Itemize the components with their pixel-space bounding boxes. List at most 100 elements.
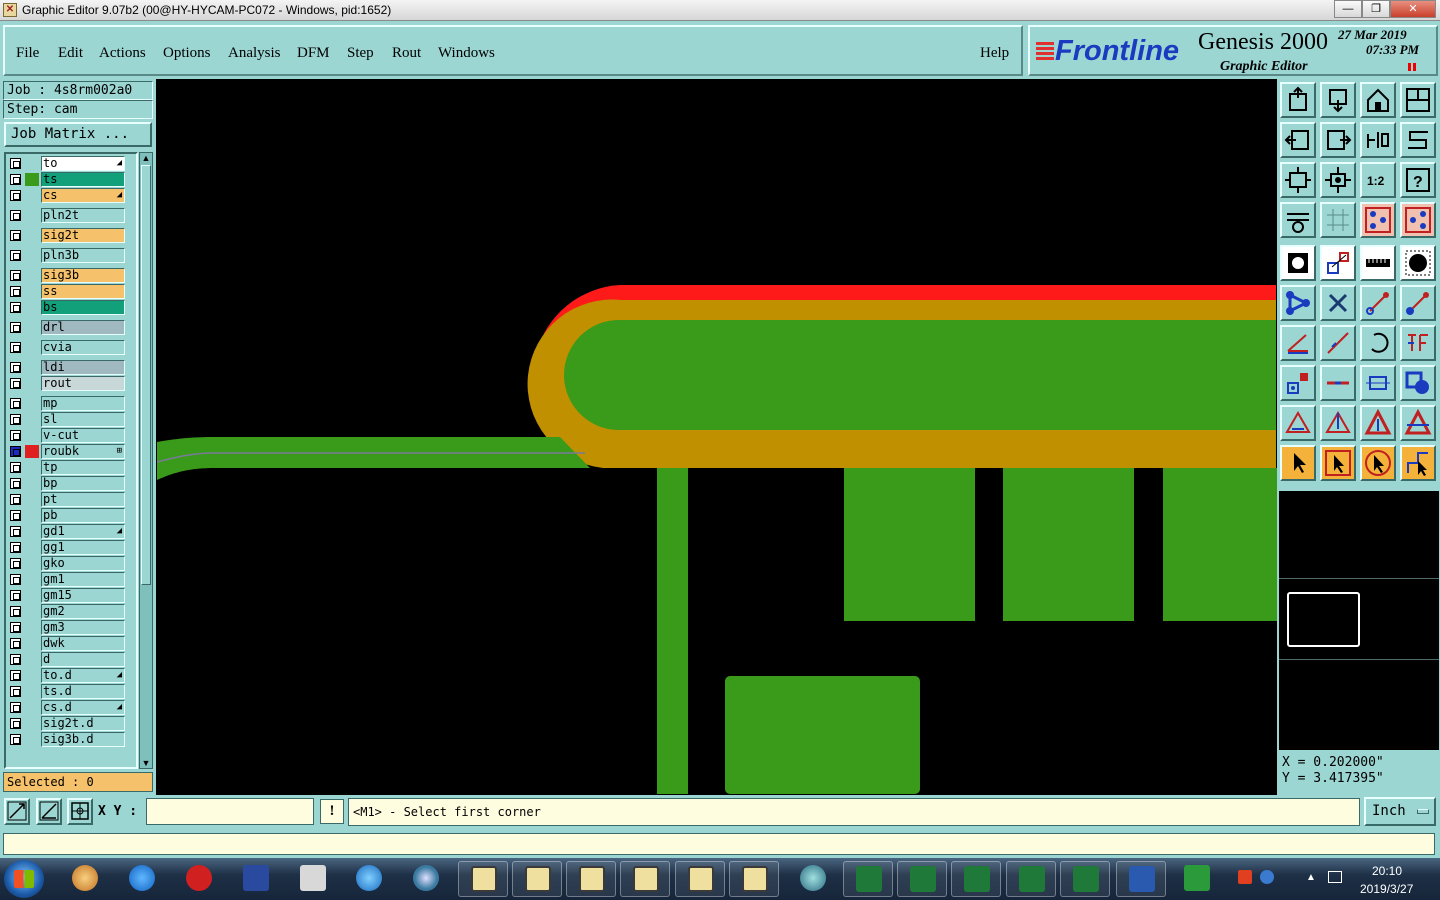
cut-line-button[interactable] bbox=[1320, 365, 1356, 401]
layer-row-v-cut[interactable]: v-cut bbox=[6, 428, 136, 443]
connect-tool-button[interactable] bbox=[1280, 285, 1316, 321]
fit-all-button[interactable] bbox=[1320, 162, 1356, 198]
layer-row-sig2t[interactable]: sig2t bbox=[6, 228, 136, 243]
layer-name[interactable]: d bbox=[41, 652, 125, 667]
layer-checkbox[interactable] bbox=[10, 302, 21, 313]
close-button[interactable]: ✕ bbox=[1390, 0, 1436, 18]
flip-tool-button[interactable] bbox=[1400, 122, 1436, 158]
clock-time[interactable]: 20:10 bbox=[1372, 864, 1402, 878]
pan-left-button[interactable] bbox=[1280, 122, 1316, 158]
segment-tool-button[interactable] bbox=[1360, 285, 1396, 321]
select-box-button[interactable] bbox=[1320, 445, 1356, 481]
overview-map[interactable] bbox=[1279, 490, 1439, 750]
taskbar-viewer-app[interactable] bbox=[788, 861, 838, 897]
layer-checkbox[interactable] bbox=[10, 378, 21, 389]
layer-checkbox[interactable] bbox=[10, 510, 21, 521]
taskbar-frontline-app[interactable] bbox=[1172, 861, 1222, 897]
triangle-edge-button[interactable] bbox=[1400, 405, 1436, 441]
layer-name[interactable]: bs bbox=[41, 300, 125, 315]
move-tool-button[interactable] bbox=[1280, 365, 1316, 401]
select-pointer-button[interactable] bbox=[1280, 445, 1316, 481]
layer-name[interactable]: pt bbox=[41, 492, 125, 507]
help-tray-icon[interactable] bbox=[1260, 870, 1274, 884]
layer-checkbox[interactable] bbox=[10, 286, 21, 297]
layer-name[interactable]: mp bbox=[41, 396, 125, 411]
menu-analysis[interactable]: Analysis bbox=[228, 45, 281, 62]
taskbar-genesis-5[interactable] bbox=[675, 861, 725, 897]
taskbar-bird-app[interactable] bbox=[117, 861, 167, 897]
scale-1-2-button[interactable]: 1:2 bbox=[1360, 162, 1396, 198]
layer-name[interactable]: sig3b bbox=[41, 268, 125, 283]
layer-row-d[interactable]: d bbox=[6, 652, 136, 667]
graphic-canvas[interactable] bbox=[156, 79, 1277, 795]
layer-row-roubk[interactable]: roubk ⊞ bbox=[6, 444, 136, 459]
layer-row-bs[interactable]: bs bbox=[6, 300, 136, 315]
line-tool-button[interactable] bbox=[1320, 245, 1356, 281]
layer-name[interactable]: roubk ⊞ bbox=[41, 444, 125, 459]
layer-name[interactable]: ss bbox=[41, 284, 125, 299]
layer-name[interactable]: cs ◢ bbox=[41, 188, 125, 203]
layer-row-pln3b[interactable]: pln3b bbox=[6, 248, 136, 263]
segment-edit-button[interactable] bbox=[1400, 285, 1436, 321]
layer-checkbox[interactable] bbox=[10, 526, 21, 537]
select-polygon-button[interactable] bbox=[1400, 445, 1436, 481]
layer-row-sig2t-d[interactable]: sig2t.d bbox=[6, 716, 136, 731]
taskbar-scanner-app[interactable] bbox=[288, 861, 338, 897]
layer-checkbox[interactable] bbox=[10, 462, 21, 473]
layer-row-sl[interactable]: sl bbox=[6, 412, 136, 427]
zoom-in-tool-button[interactable] bbox=[1280, 82, 1316, 118]
layer-row-cvia[interactable]: cvia bbox=[6, 340, 136, 355]
snap-tool-button[interactable] bbox=[1360, 202, 1396, 238]
settings-tool-button[interactable] bbox=[1280, 202, 1316, 238]
layer-checkbox[interactable] bbox=[10, 686, 21, 697]
fit-vertical-button[interactable] bbox=[1280, 162, 1316, 198]
layer-checkbox[interactable] bbox=[10, 446, 21, 457]
layer-name[interactable]: cs.d ◢ bbox=[41, 700, 125, 715]
layer-name[interactable]: cvia bbox=[41, 340, 125, 355]
minimize-button[interactable]: — bbox=[1334, 0, 1362, 18]
layer-checkbox[interactable] bbox=[10, 230, 21, 241]
layer-checkbox[interactable] bbox=[10, 250, 21, 261]
menu-file[interactable]: File bbox=[16, 45, 39, 62]
taskbar-word[interactable] bbox=[1116, 861, 1166, 897]
layer-row-gm1[interactable]: gm1 bbox=[6, 572, 136, 587]
layer-row-cs-d[interactable]: cs.d ◢ bbox=[6, 700, 136, 715]
layer-row-gm3[interactable]: gm3 bbox=[6, 620, 136, 635]
layer-checkbox[interactable] bbox=[10, 574, 21, 585]
snap-grid-button[interactable] bbox=[67, 798, 93, 825]
menu-edit[interactable]: Edit bbox=[58, 45, 83, 62]
layer-row-mp[interactable]: mp bbox=[6, 396, 136, 411]
menu-dfm[interactable]: DFM bbox=[297, 45, 330, 62]
cross-tool-button[interactable] bbox=[1320, 285, 1356, 321]
layer-checkbox[interactable] bbox=[10, 210, 21, 221]
taskbar-shell-app[interactable] bbox=[60, 861, 110, 897]
xy-input[interactable] bbox=[146, 798, 314, 825]
maximize-button[interactable]: ❐ bbox=[1362, 0, 1390, 18]
layer-checkbox[interactable] bbox=[10, 158, 21, 169]
layer-name[interactable]: gm3 bbox=[41, 620, 125, 635]
layer-checkbox[interactable] bbox=[10, 734, 21, 745]
layer-name[interactable]: gm15 bbox=[41, 588, 125, 603]
layer-row-sig3b[interactable]: sig3b bbox=[6, 268, 136, 283]
window-tool-button[interactable] bbox=[1400, 82, 1436, 118]
layer-name[interactable]: bp bbox=[41, 476, 125, 491]
pan-right-button[interactable] bbox=[1320, 122, 1356, 158]
layer-checkbox[interactable] bbox=[10, 718, 21, 729]
layer-name[interactable]: gg1 bbox=[41, 540, 125, 555]
layer-name[interactable]: sig3b.d bbox=[41, 732, 125, 747]
taskbar-genesis-4[interactable] bbox=[620, 861, 670, 897]
taskbar-eye-app[interactable] bbox=[401, 861, 451, 897]
layer-name[interactable]: pb bbox=[41, 508, 125, 523]
arc-tool-button[interactable] bbox=[1360, 325, 1396, 361]
layer-row-ts[interactable]: ts bbox=[6, 172, 136, 187]
circle-tool-button[interactable] bbox=[1400, 245, 1436, 281]
layer-row-to-d[interactable]: to.d ◢ bbox=[6, 668, 136, 683]
layer-checkbox[interactable] bbox=[10, 322, 21, 333]
layer-row-pln2t[interactable]: pln2t bbox=[6, 208, 136, 223]
layer-name[interactable]: to ◢ bbox=[41, 156, 125, 171]
scroll-thumb[interactable] bbox=[141, 165, 151, 585]
start-button[interactable] bbox=[4, 860, 44, 898]
layer-checkbox[interactable] bbox=[10, 270, 21, 281]
menu-rout[interactable]: Rout bbox=[392, 45, 421, 62]
layer-name[interactable]: drl bbox=[41, 320, 125, 335]
